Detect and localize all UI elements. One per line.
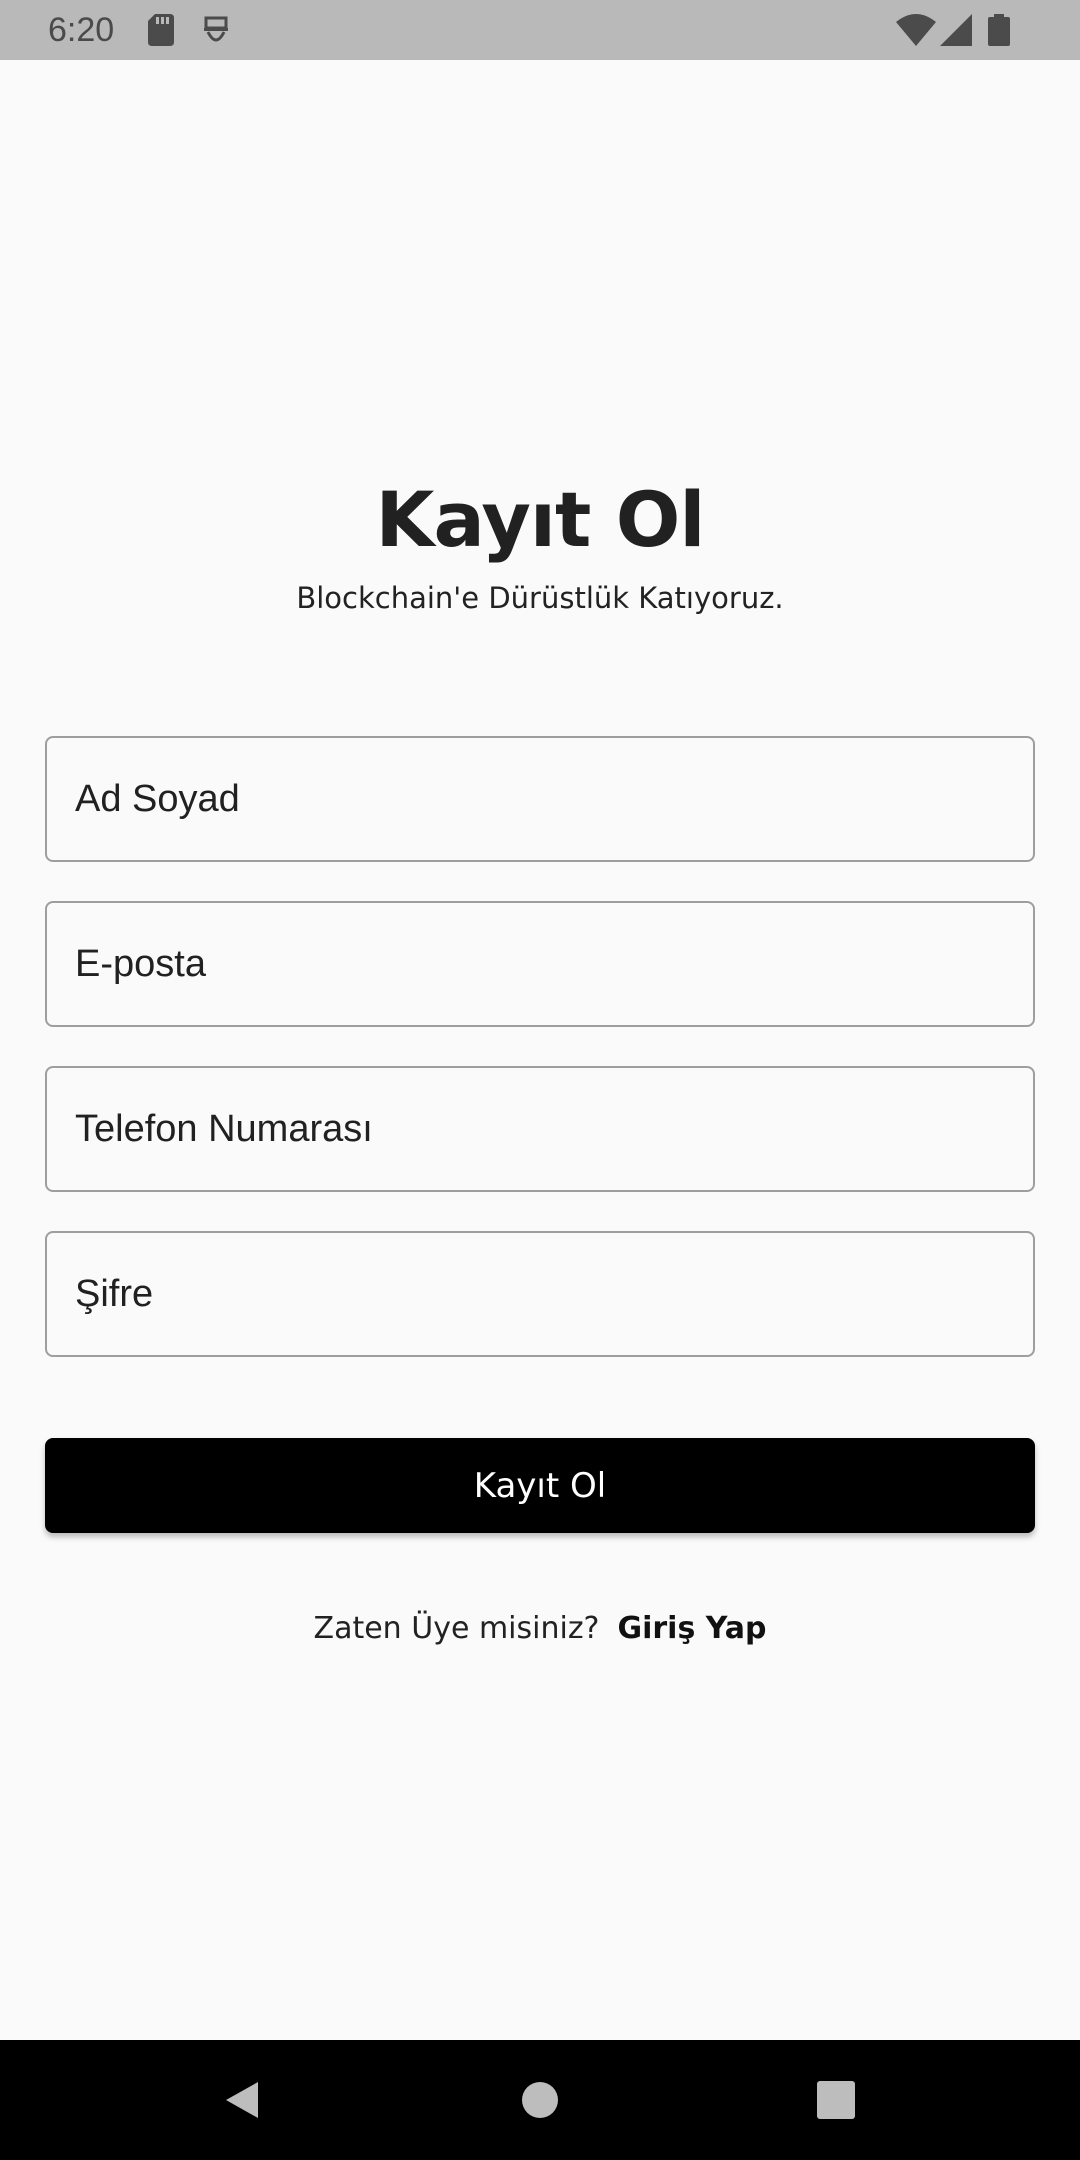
- password-input[interactable]: [75, 1233, 1013, 1355]
- page-title: Kayıt Ol: [375, 475, 706, 564]
- full-name-input[interactable]: [75, 738, 1013, 860]
- sd-card-icon: [148, 14, 174, 46]
- email-field[interactable]: [45, 901, 1035, 1027]
- status-bar: 6:20: [0, 0, 1080, 60]
- login-link[interactable]: Giriş Yap: [617, 1611, 766, 1646]
- phone-field[interactable]: [45, 1066, 1035, 1192]
- home-icon: [522, 2082, 558, 2118]
- login-prompt-row: Zaten Üye misiniz? Giriş Yap: [0, 1608, 1080, 1650]
- battery-icon: [988, 14, 1010, 46]
- wifi-icon: [896, 14, 936, 46]
- login-prompt-text: Zaten Üye misiniz?: [313, 1611, 600, 1646]
- email-input[interactable]: [75, 903, 1013, 1025]
- password-field[interactable]: [45, 1231, 1035, 1357]
- phone-input[interactable]: [75, 1068, 1013, 1190]
- back-icon: [226, 2082, 258, 2118]
- page-subtitle: Blockchain'e Dürüstlük Katıyoruz.: [296, 581, 784, 615]
- register-button[interactable]: Kayıt Ol: [45, 1438, 1035, 1533]
- system-nav-bar: [0, 2040, 1080, 2160]
- home-button[interactable]: [480, 2040, 600, 2160]
- face-icon: [204, 16, 228, 42]
- recents-icon: [817, 2081, 855, 2119]
- back-button[interactable]: [182, 2040, 302, 2160]
- full-name-field[interactable]: [45, 736, 1035, 862]
- status-time: 6:20: [48, 11, 115, 49]
- signal-icon: [940, 14, 972, 46]
- recents-button[interactable]: [776, 2040, 896, 2160]
